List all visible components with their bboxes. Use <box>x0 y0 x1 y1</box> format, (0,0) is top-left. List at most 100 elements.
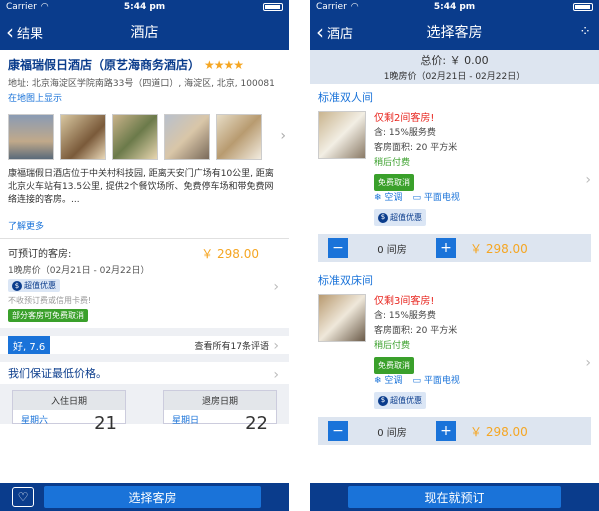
deal-badge: $ 超值优惠 <box>374 209 426 226</box>
pay-later-label: 稍后付费 <box>374 158 411 168</box>
tv-icon: ▭ <box>412 193 421 203</box>
deal-label: 超值优惠 <box>390 213 422 222</box>
service-fee: 含: 15%服务费 <box>374 311 436 321</box>
hotel-content: 康福瑞假日酒店（原艺海商务酒店） ★★★★ 地址: 北京海淀区学院南路33号（四道… <box>0 50 289 483</box>
price-guarantee-row[interactable]: 我们保证最低价格。 › <box>0 354 289 384</box>
photo-strip[interactable]: › <box>0 114 289 160</box>
one-night-price-label: 1晚房价（02月21日 - 02月22日） <box>8 266 150 276</box>
hotel-photo[interactable] <box>112 114 158 160</box>
grid-menu-icon[interactable]: ⁘ <box>579 24 591 40</box>
room-card[interactable]: 标准双床间 仅剩3间客房! 含: 15%服务费 客房面积: 20 平方米 稍后付… <box>310 267 599 450</box>
favorite-button[interactable]: ♡ <box>12 487 34 507</box>
room-photo[interactable] <box>318 294 366 342</box>
room-quantity: 0 间房 <box>377 244 407 256</box>
increase-button[interactable]: + <box>436 238 456 258</box>
tv-icon: ▭ <box>412 376 421 386</box>
guarantee-label: 我们保证最低价格。 <box>8 367 107 380</box>
deal-badge: $ 超值优惠 <box>374 392 426 409</box>
hotel-name: 康福瑞假日酒店（原艺海商务酒店） <box>8 58 201 72</box>
snowflake-icon: ❄ <box>374 193 382 203</box>
snowflake-icon: ❄ <box>374 376 382 386</box>
chevron-right-icon: › <box>585 355 591 371</box>
room-price: ￥ 298.00 <box>470 241 528 256</box>
chevron-right-icon[interactable]: › <box>280 128 286 144</box>
heart-icon: ♡ <box>17 490 29 504</box>
total-price: 总价: ￥ 0.00 <box>420 54 489 67</box>
nav-bar: ‹ 结果 酒店 <box>0 14 289 50</box>
bottom-bar: 现在就预订 <box>310 483 599 511</box>
hotel-photo[interactable] <box>60 114 106 160</box>
book-now-button[interactable]: 现在就预订 <box>348 486 561 508</box>
hotel-detail-screen: Carrier ◠ 5:44 pm ‹ 结果 酒店 康福瑞假日酒店（原艺海商务酒… <box>0 0 289 511</box>
chevron-left-icon: ‹ <box>6 20 14 44</box>
deal-icon: $ <box>12 280 22 291</box>
checkin-label: 入住日期 <box>13 391 125 410</box>
rooms-left-warning: 仅剩2间客房! <box>374 113 435 124</box>
room-area: 客房面积: 20 平方米 <box>374 326 458 336</box>
back-button[interactable]: ‹ 结果 <box>0 22 43 42</box>
star-rating: ★★★★ <box>204 58 244 72</box>
chevron-right-icon: › <box>273 338 279 354</box>
free-cancel-badge: 部分客房可免费取消 <box>8 309 88 322</box>
deal-icon: $ <box>378 212 388 223</box>
room-card[interactable]: 标准双人间 仅剩2间客房! 含: 15%服务费 客房面积: 20 平方米 稍后付… <box>310 84 599 267</box>
nav-bar: ‹ 酒店 选择客房 ⁘ <box>310 14 599 50</box>
nights-label: 1晚房价（02月21日 - 02月22日） <box>383 72 526 82</box>
hotel-header: 康福瑞假日酒店（原艺海商务酒店） ★★★★ 地址: 北京海淀区学院南路33号（四道… <box>0 50 289 108</box>
back-button[interactable]: ‹ 酒店 <box>310 22 353 42</box>
wifi-icon: ◠ <box>40 2 49 12</box>
back-label: 结果 <box>17 26 44 42</box>
chevron-right-icon: › <box>273 367 279 383</box>
room-area: 客房面积: 20 平方米 <box>374 143 458 153</box>
select-room-button[interactable]: 选择客房 <box>44 486 261 508</box>
hotel-photo[interactable] <box>164 114 210 160</box>
hotel-photo[interactable] <box>216 114 262 160</box>
increase-button[interactable]: + <box>436 421 456 441</box>
pay-later-label: 稍后付费 <box>374 341 411 351</box>
available-rooms-row[interactable]: 可预订的客房: ￥ 298.00 1晚房价（02月21日 - 02月22日） $… <box>0 239 289 328</box>
date-picker: 入住日期 星期六 21 退房日期 星期日 22 <box>0 384 289 434</box>
battery-icon <box>573 3 593 11</box>
more-link[interactable]: 了解更多 <box>8 222 44 232</box>
chevron-left-icon: ‹ <box>316 20 324 44</box>
decrease-button[interactable]: − <box>328 421 348 441</box>
checkin-day: 21 <box>94 413 117 434</box>
wifi-icon: ◠ <box>350 2 359 12</box>
reviews-row[interactable]: 好, 7.6 查看所有17条评语 › <box>0 328 289 355</box>
checkout-label: 退房日期 <box>164 391 276 410</box>
free-cancel-badge: 免费取消 <box>374 357 414 374</box>
rooms-price: ￥ 298.00 <box>201 247 259 261</box>
map-link[interactable]: 在地图上显示 <box>8 91 281 104</box>
back-label: 酒店 <box>327 26 354 42</box>
aircon-label: 空调 <box>384 193 403 203</box>
page-title: 酒店 <box>130 25 159 41</box>
deal-label: 超值优惠 <box>24 281 56 290</box>
checkout-date-card[interactable]: 退房日期 星期日 22 <box>163 390 277 434</box>
chevron-right-icon: › <box>585 172 591 188</box>
room-list: 总价: ￥ 0.00 1晚房价（02月21日 - 02月22日） 标准双人间 仅… <box>310 50 599 483</box>
room-price: ￥ 298.00 <box>470 424 528 439</box>
bottom-bar: ♡ 选择客房 <box>0 483 289 511</box>
free-cancel-badge: 免费取消 <box>374 174 414 191</box>
room-name: 标准双床间 <box>318 274 373 287</box>
status-bar: Carrier ◠ 5:44 pm <box>310 0 599 14</box>
decrease-button[interactable]: − <box>328 238 348 258</box>
hotel-address: 地址: 北京海淀区学院南路33号（四道口）, 海淀区, 北京, 100081 <box>8 79 275 89</box>
rooms-left-warning: 仅剩3间客房! <box>374 296 435 307</box>
battery-icon <box>263 3 283 11</box>
total-bar: 总价: ￥ 0.00 1晚房价（02月21日 - 02月22日） <box>310 50 599 84</box>
no-fee-note: 不收预订费或信用卡费! <box>8 296 92 305</box>
checkin-date-card[interactable]: 入住日期 星期六 21 <box>12 390 126 434</box>
room-photo[interactable] <box>318 111 366 159</box>
checkout-weekday: 星期日 <box>172 416 200 426</box>
carrier-label: Carrier <box>6 2 37 12</box>
room-name: 标准双人间 <box>318 91 373 104</box>
reviews-link: 查看所有17条评语 <box>194 341 269 352</box>
room-quantity: 0 间房 <box>377 427 407 439</box>
quantity-stepper: − 0 间房 + ￥ 298.00 <box>318 417 591 445</box>
deal-icon: $ <box>378 395 388 406</box>
carrier-label: Carrier <box>316 2 347 12</box>
tv-label: 平面电视 <box>423 193 460 203</box>
hotel-photo[interactable] <box>8 114 54 160</box>
tv-label: 平面电视 <box>423 376 460 386</box>
